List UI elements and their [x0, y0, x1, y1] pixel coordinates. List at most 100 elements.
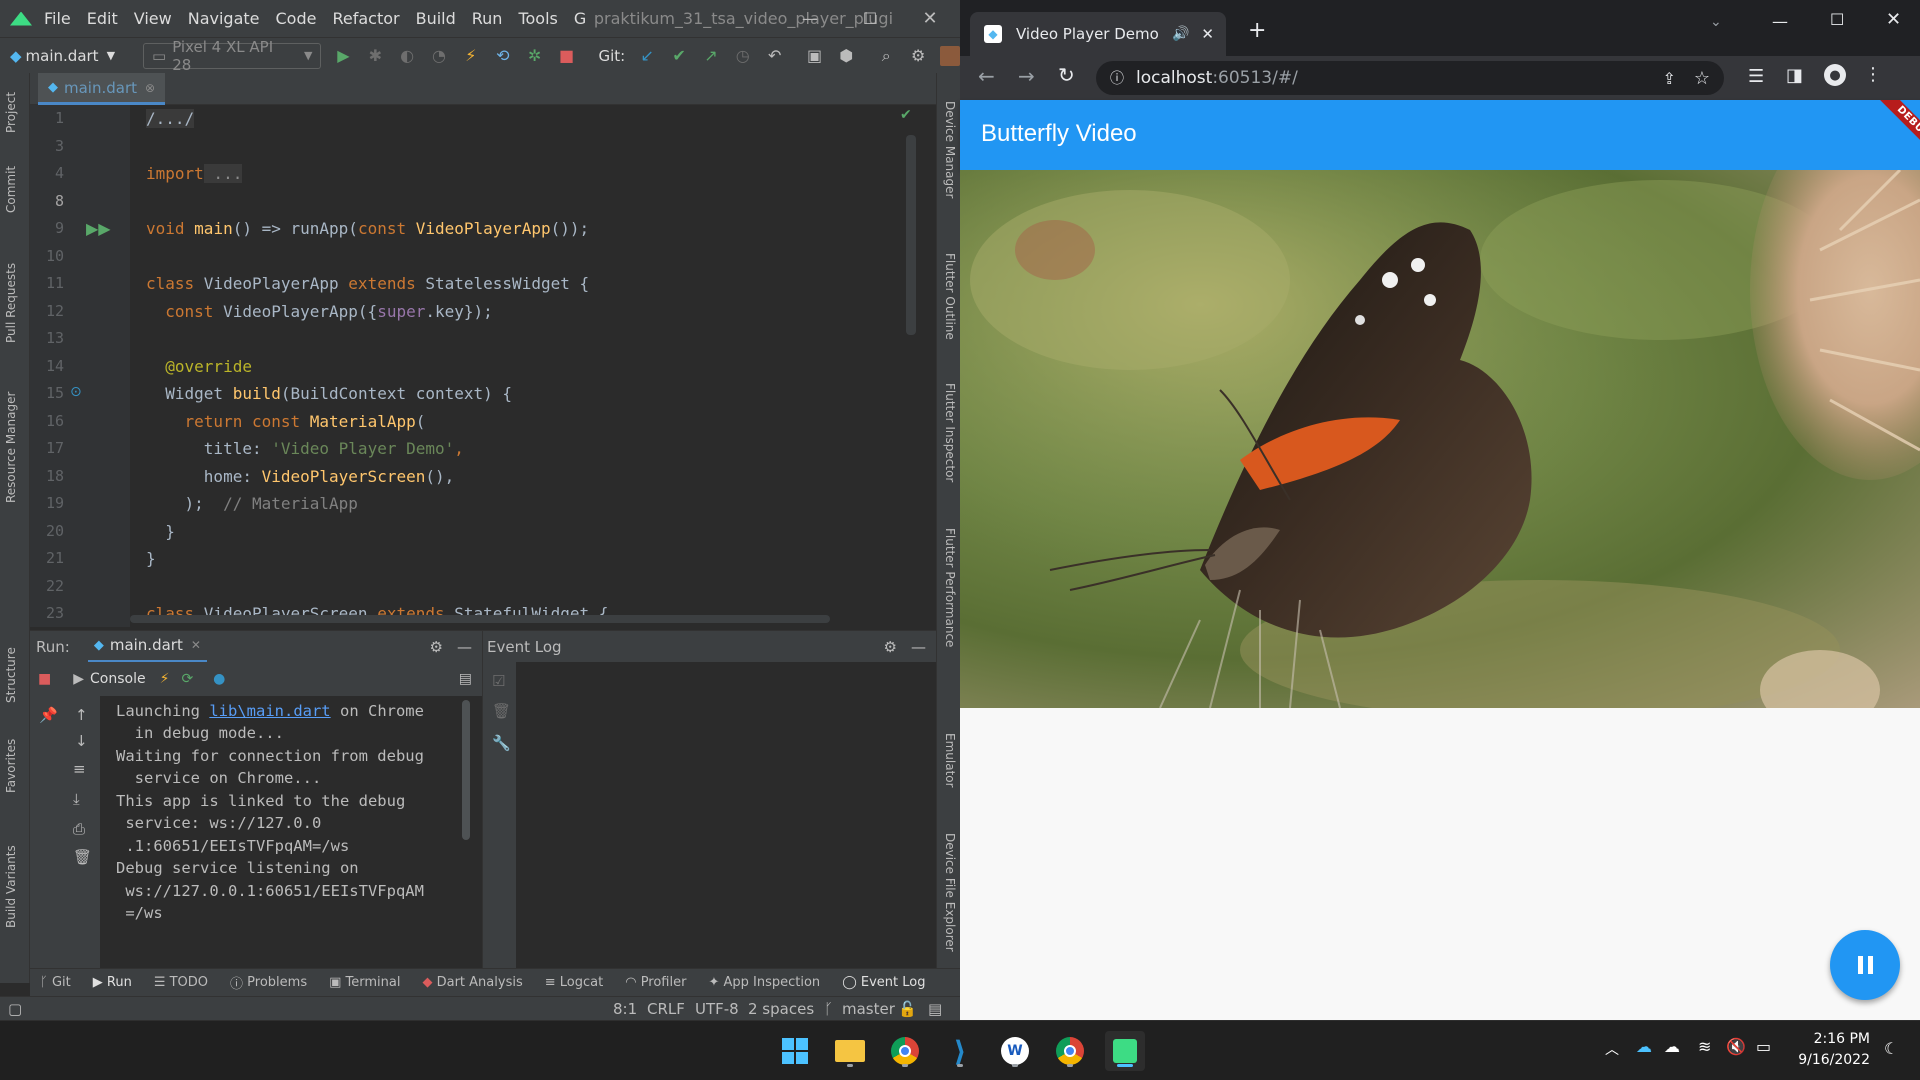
tool-resource-manager[interactable]: Resource Manager	[4, 392, 18, 503]
attach-debugger-icon[interactable]: ✲	[525, 46, 545, 66]
mark-read-icon[interactable]: ☑	[492, 672, 505, 690]
bottom-tab-profiler[interactable]: ◠ Profiler	[625, 975, 686, 990]
pin-icon[interactable]: 📌	[39, 706, 58, 724]
horizontal-scrollbar[interactable]	[130, 615, 830, 623]
new-tab-icon[interactable]: +	[1248, 18, 1266, 43]
menu-navigate[interactable]: Navigate	[188, 9, 260, 28]
file-encoding[interactable]: UTF-8	[695, 1000, 739, 1018]
menu-git[interactable]: Git	[574, 9, 586, 28]
git-branch[interactable]: master	[842, 1000, 895, 1018]
pause-button[interactable]	[1830, 930, 1900, 1000]
bottom-tab-logcat[interactable]: ≡ Logcat	[545, 975, 603, 990]
debug-icon[interactable]: ✱	[365, 46, 385, 66]
maximize-icon[interactable]: ☐	[844, 0, 896, 37]
lock-icon[interactable]: 🔓	[898, 1000, 917, 1018]
settings-icon[interactable]: ⚙	[884, 638, 897, 656]
onedrive-icon[interactable]: ☁	[1636, 1037, 1652, 1056]
bottom-tab-dart-analysis[interactable]: ◆ Dart Analysis	[422, 975, 522, 990]
video-player[interactable]	[960, 170, 1920, 708]
vscode-taskbar[interactable]: ⟩	[940, 1031, 980, 1071]
hot-reload-icon[interactable]: ⚡	[160, 671, 170, 687]
tab-search-icon[interactable]: ⌄	[1710, 14, 1722, 30]
word-taskbar[interactable]: W	[995, 1031, 1035, 1071]
run-config-combo[interactable]: ◆ main.dart ▼	[2, 43, 123, 69]
history-icon[interactable]: ◷	[733, 46, 753, 66]
vertical-scrollbar[interactable]	[906, 135, 916, 335]
tool-favorites[interactable]: Favorites	[4, 739, 18, 793]
android-studio-taskbar[interactable]	[1105, 1031, 1145, 1071]
coverage-icon[interactable]: ◐	[397, 46, 417, 66]
maximize-icon[interactable]: ☐	[1830, 10, 1844, 29]
bottom-tab-terminal[interactable]: ▣ Terminal	[329, 975, 400, 990]
hot-restart-icon[interactable]: ⟳	[181, 671, 193, 687]
line-separator[interactable]: CRLF	[647, 1000, 685, 1018]
hide-panel-icon[interactable]: —	[911, 638, 926, 656]
chrome-taskbar[interactable]	[885, 1031, 925, 1071]
browser-tab[interactable]: ◆ Video Player Demo 🔊 ✕	[970, 12, 1226, 56]
battery-icon[interactable]: ▭	[1756, 1037, 1771, 1056]
console-scrollbar[interactable]	[462, 700, 470, 840]
scroll-to-end-icon[interactable]: ⤓	[73, 790, 80, 808]
close-tab-icon[interactable]: ⊗	[145, 81, 155, 95]
forward-icon[interactable]: →	[1018, 64, 1035, 88]
focus-assist-icon[interactable]: ☾	[1884, 1039, 1898, 1058]
clock-time[interactable]: 2:16 PM	[1800, 1031, 1870, 1047]
tool-device-file-explorer[interactable]: Device File Explorer	[943, 833, 957, 952]
close-tab-icon[interactable]: ✕	[1201, 25, 1214, 43]
console-link[interactable]: lib\main.dart	[209, 702, 330, 720]
rollback-icon[interactable]: ↶	[765, 46, 785, 66]
trash-icon[interactable]: 🗑	[73, 848, 92, 866]
tool-project[interactable]: Project	[4, 92, 18, 133]
audio-playing-icon[interactable]: 🔊	[1172, 26, 1189, 42]
menu-edit[interactable]: Edit	[87, 9, 118, 28]
close-icon[interactable]: ✕	[1886, 9, 1901, 30]
run-gutter-icon[interactable]: ▶▶	[86, 219, 111, 238]
tool-commit[interactable]: Commit	[4, 166, 18, 213]
code-editor[interactable]: /.../ import ... void main() => runApp(c…	[130, 105, 920, 627]
bottom-tab-app-inspection[interactable]: ✦ App Inspection	[708, 975, 820, 990]
console-output[interactable]: Launching lib\main.dart on Chrome in deb…	[100, 696, 470, 968]
chrome-taskbar-2[interactable]	[1050, 1031, 1090, 1071]
file-explorer-taskbar[interactable]	[830, 1031, 870, 1071]
chevron-up-icon[interactable]: ︿	[1605, 1039, 1619, 1059]
share-icon[interactable]: ⇪	[1662, 69, 1675, 88]
bottom-tab-event-log[interactable]: ◯ Event Log	[842, 975, 925, 990]
user-avatar[interactable]	[940, 45, 960, 66]
trash-icon[interactable]: 🗑	[492, 702, 511, 720]
minimize-icon[interactable]: —	[784, 0, 836, 37]
menu-build[interactable]: Build	[416, 9, 456, 28]
back-icon[interactable]: ←	[978, 64, 995, 88]
device-manager-icon[interactable]: ▣	[805, 46, 825, 66]
tool-structure[interactable]: Structure	[4, 647, 18, 703]
profile-icon[interactable]: ◔	[429, 46, 449, 66]
run-icon[interactable]: ▶	[333, 46, 353, 66]
minimize-icon[interactable]: —	[1772, 12, 1788, 31]
layout-icon[interactable]: ▤	[459, 671, 472, 687]
menu-refactor[interactable]: Refactor	[332, 9, 399, 28]
menu-code[interactable]: Code	[276, 9, 317, 28]
override-gutter-icon[interactable]: ⊙	[70, 384, 82, 400]
more-menu-icon[interactable]: ⋮	[1864, 64, 1882, 85]
clock-date[interactable]: 9/16/2022	[1790, 1052, 1870, 1068]
tool-flutter-performance[interactable]: Flutter Performance	[943, 528, 957, 647]
run-tab-main-dart[interactable]: ◆ main.dart ✕	[87, 631, 207, 663]
tool-flutter-outline[interactable]: Flutter Outline	[943, 253, 957, 340]
reload-icon[interactable]: ↻	[1058, 63, 1075, 87]
site-info-icon[interactable]: ⓘ	[1110, 68, 1124, 88]
profile-avatar-icon[interactable]: ●	[1824, 64, 1846, 86]
cloud-icon[interactable]: ☁	[1664, 1037, 1680, 1056]
device-combo[interactable]: ▭ Pixel 4 XL API 28 ▼	[143, 38, 322, 74]
bookmark-star-icon[interactable]: ☆	[1694, 68, 1710, 89]
bottom-tab-problems[interactable]: ⓘ Problems	[230, 973, 307, 992]
side-panel-icon[interactable]: ◨	[1786, 65, 1803, 86]
toggle-tool-windows-icon[interactable]: ▢	[8, 1000, 22, 1018]
bottom-tab-git[interactable]: ᚴ Git	[40, 975, 71, 990]
stop-icon[interactable]: ■	[38, 671, 51, 687]
stop-icon[interactable]: ■	[557, 46, 577, 66]
up-arrow-icon[interactable]: ↑	[75, 706, 88, 724]
hot-restart-icon[interactable]: ⟲	[493, 46, 513, 66]
menu-file[interactable]: File	[44, 9, 71, 28]
url-bar[interactable]: ⓘ localhost :60513/#/ ⇪ ☆	[1096, 61, 1724, 95]
git-update-icon[interactable]: ↙	[637, 46, 657, 66]
reading-list-icon[interactable]: ☰	[1748, 66, 1764, 87]
